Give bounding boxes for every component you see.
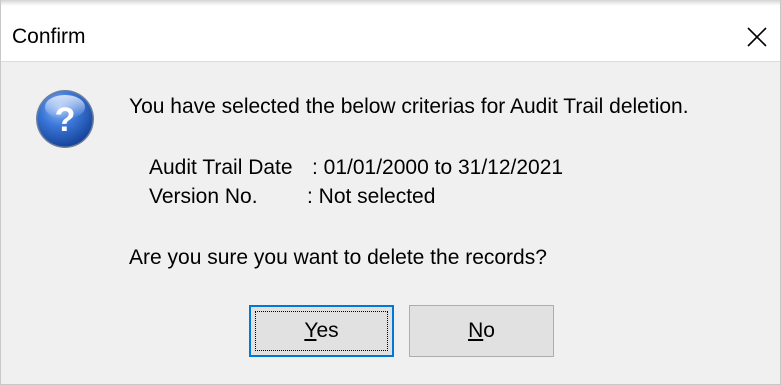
close-icon [747,27,767,47]
title-bar[interactable]: Confirm [1,0,780,62]
yes-label-rest: es [316,319,339,342]
background-window-strip [1,0,780,6]
close-button[interactable] [734,14,780,60]
no-label: No [468,319,495,343]
audit-date-label: Audit Trail Date [149,156,293,179]
audit-date-value: : 01/01/2000 to 31/12/2021 [312,156,564,179]
version-value: : Not selected [307,185,436,208]
dialog-title: Confirm [12,25,86,48]
yes-label: Yes [304,319,338,343]
svg-text:?: ? [55,101,76,139]
version-label: Version No. [149,185,258,208]
no-accelerator: N [468,319,484,342]
yes-accelerator: Y [304,319,317,342]
message-intro: You have selected the below criterias fo… [129,95,689,118]
no-button[interactable]: No [409,305,554,357]
question-icon: ? [36,90,94,148]
confirm-dialog: Confirm ? You have selected the below cr… [0,0,781,385]
confirm-question: Are you sure you want to delete the reco… [129,246,547,269]
no-label-rest: o [483,319,495,342]
yes-button[interactable]: Yes [249,305,394,357]
